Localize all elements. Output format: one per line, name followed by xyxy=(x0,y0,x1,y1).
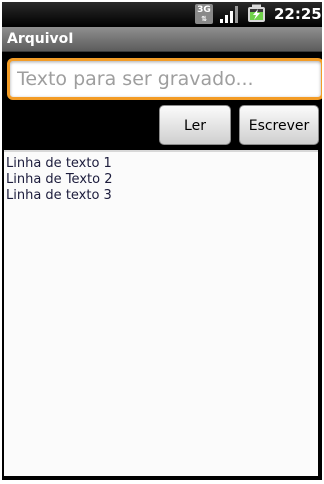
status-bar: 3G ⇅ 22:25 xyxy=(2,2,322,27)
signal-strength-icon xyxy=(220,6,238,23)
phone-screen: 3G ⇅ 22:25 ArquivoI Ler Escrever xyxy=(2,2,322,480)
file-content-area: Linha de texto 1 Linha de Texto 2 Linha … xyxy=(4,150,318,476)
content-line: Linha de Texto 2 xyxy=(6,172,113,187)
text-input-field[interactable] xyxy=(7,58,322,100)
content-line: Linha de texto 1 xyxy=(6,156,112,171)
3g-data-icon: 3G ⇅ xyxy=(195,4,213,24)
app-title: ArquivoI xyxy=(7,31,74,47)
write-button[interactable]: Escrever xyxy=(239,105,319,145)
app-title-bar: ArquivoI xyxy=(2,27,322,52)
status-clock: 22:25 xyxy=(274,5,322,23)
device-frame: 3G ⇅ 22:25 ArquivoI Ler Escrever xyxy=(0,0,324,484)
content-line: Linha de texto 3 xyxy=(6,188,112,203)
read-button[interactable]: Ler xyxy=(159,105,231,145)
data-arrows-icon: ⇅ xyxy=(201,15,207,23)
battery-charging-icon xyxy=(248,4,265,22)
